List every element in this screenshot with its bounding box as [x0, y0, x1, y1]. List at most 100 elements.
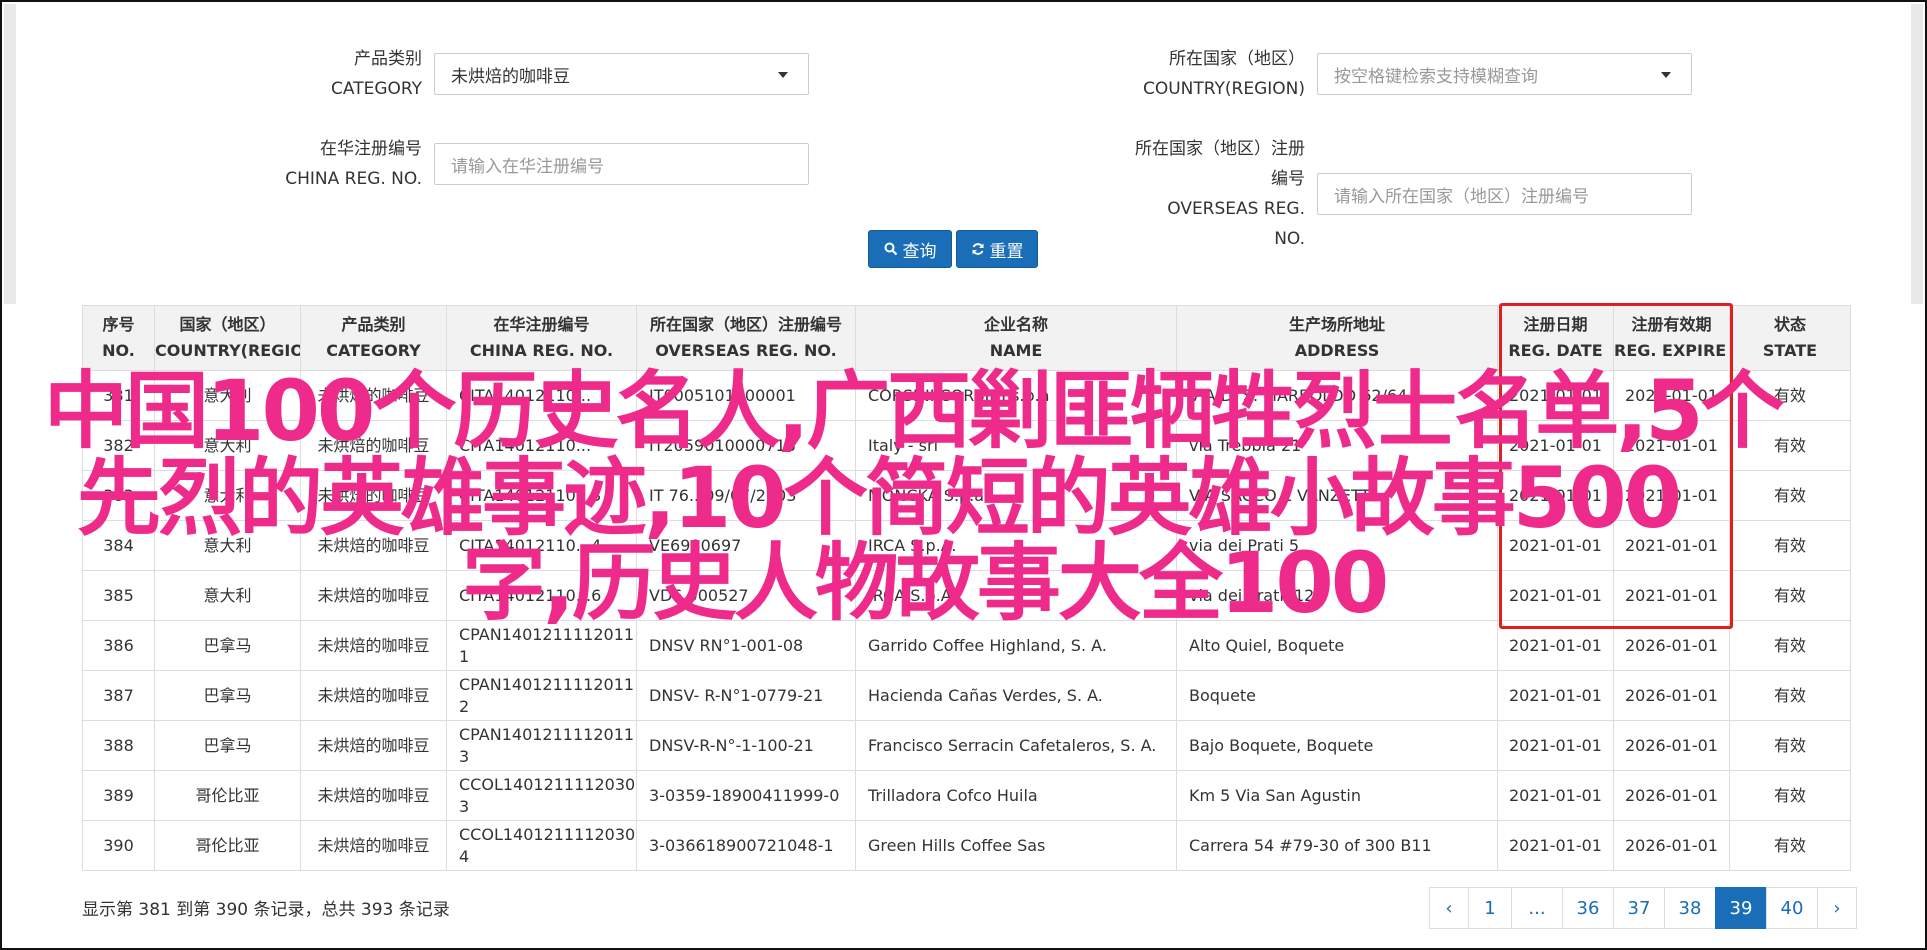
column-header-label-cn: 企业名称 [983, 315, 1048, 334]
china-reg-input[interactable]: 请输入在华注册编号 [434, 143, 809, 185]
cell-address: Boquete [1176, 670, 1498, 721]
cell-overseas-reg: DNSV-R-N°-1-100-21 [636, 720, 856, 771]
column-header-china-reg[interactable]: 在华注册编号 CHINA REG. NO. [446, 305, 637, 371]
overlay-line-1: 中国100个历史名人,广西剿匪牺牲烈士名单,5个 [44, 362, 1785, 460]
cell-country: 哥伦比亚 [154, 770, 301, 821]
pagination-page[interactable]: 38 [1664, 887, 1716, 929]
country-label-en: COUNTRY(REGION) [1142, 79, 1305, 99]
column-header-state[interactable]: 状态 STATE [1729, 305, 1851, 371]
overseas-reg-filter: 所在国家（地区）注册编号 OVERSEAS REG. NO. 请输入所在国家（地… [1135, 134, 1692, 254]
pagination-prev[interactable]: ‹ [1429, 887, 1469, 929]
cell-state: 有效 [1729, 820, 1851, 871]
cell-state: 有效 [1729, 620, 1851, 671]
country-label: 所在国家（地区） COUNTRY(REGION) [1135, 44, 1305, 104]
cell-state: 有效 [1729, 670, 1851, 721]
cell-china-reg: CPAN14012111120113 [446, 720, 637, 771]
cell-name: Hacienda Cañas Verdes, S. A. [855, 670, 1177, 721]
overlay-line-3: 字,历史人物故事大全100 [462, 534, 1389, 632]
refresh-icon [972, 243, 983, 255]
pagination-page[interactable]: 37 [1613, 887, 1665, 929]
cell-reg-date: 2021-01-01 [1497, 820, 1614, 871]
column-header-label-cn: 国家（地区） [179, 315, 276, 334]
column-header-no[interactable]: 序号 NO. [82, 305, 155, 371]
table-row[interactable]: 388 巴拿马 未烘焙的咖啡豆 CPAN14012111120113 DNSV-R-N°… [82, 720, 1851, 771]
cell-name: Green Hills Coffee Sas [855, 820, 1177, 871]
cell-address: Bajo Boquete, Boquete [1176, 720, 1498, 771]
pagination-page[interactable]: 1 [1468, 887, 1512, 929]
column-header-address[interactable]: 生产场所地址 ADDRESS [1176, 305, 1498, 371]
right-scrollbar[interactable] [1911, 4, 1923, 304]
column-header-country[interactable]: 国家（地区） COUNTRY(REGIO... [154, 305, 301, 371]
cell-china-reg: CCOL14012111120303 [446, 770, 637, 821]
cell-no: 388 [82, 720, 155, 771]
column-header-label-en: STATE [1762, 341, 1818, 360]
column-header-label-cn: 生产场所地址 [1288, 315, 1385, 334]
cell-no: 386 [82, 620, 155, 671]
column-header-name[interactable]: 企业名称 NAME [855, 305, 1177, 371]
cell-country: 巴拿马 [154, 620, 301, 671]
cell-no: 385 [82, 570, 155, 621]
overlay-line-2: 先烈的英雄事迹,10个简短的英雄小故事500 [77, 449, 1682, 547]
column-header-label-en: COUNTRY(REGIO... [155, 341, 300, 360]
country-select[interactable]: 按空格键检索支持模糊查询 [1317, 53, 1692, 95]
table-row[interactable]: 390 哥伦比亚 未烘焙的咖啡豆 CCOL14012111120304 3-036618… [82, 820, 1851, 871]
search-button[interactable]: 查询 [868, 230, 952, 268]
cell-state: 有效 [1729, 770, 1851, 821]
pagination-page[interactable]: 40 [1766, 887, 1818, 929]
china-reg-label: 在华注册编号 CHINA REG. NO. [252, 134, 422, 194]
cell-no: 389 [82, 770, 155, 821]
cell-state: 有效 [1729, 470, 1851, 521]
cell-expire: 2026-01-01 [1613, 720, 1730, 771]
cell-address: Km 5 Via San Agustin [1176, 770, 1498, 821]
table-row[interactable]: 389 哥伦比亚 未烘焙的咖啡豆 CCOL14012111120303 3-0359-1… [82, 770, 1851, 821]
cell-expire: 2026-01-01 [1613, 670, 1730, 721]
cell-country: 意大利 [154, 570, 301, 621]
pagination: ‹ 1... 36 37 38 39 40 › [1429, 887, 1857, 929]
china-reg-filter: 在华注册编号 CHINA REG. NO. 请输入在华注册编号 [252, 134, 809, 194]
category-label: 产品类别 CATEGORY [252, 44, 422, 104]
cell-no: 387 [82, 670, 155, 721]
cell-category: 未烘焙的咖啡豆 [300, 770, 447, 821]
record-summary: 显示第 381 到第 390 条记录，总共 393 条记录 [82, 900, 450, 920]
overseas-reg-input[interactable]: 请输入所在国家（地区）注册编号 [1317, 173, 1692, 215]
pagination-page[interactable]: 39 [1715, 887, 1767, 929]
cell-category: 未烘焙的咖啡豆 [300, 670, 447, 721]
column-header-overseas-reg[interactable]: 所在国家（地区）注册编号 OVERSEAS REG. NO. [636, 305, 856, 371]
column-header-label-cn: 在华注册编号 [493, 315, 590, 334]
cell-reg-date: 2021-01-01 [1497, 770, 1614, 821]
cell-overseas-reg: 3-036618900721048-1 [636, 820, 856, 871]
pagination-page[interactable]: 36 [1562, 887, 1614, 929]
pagination-next[interactable]: › [1817, 887, 1857, 929]
chevron-down-icon [778, 72, 788, 78]
cell-state: 有效 [1729, 520, 1851, 571]
pagination-ellipsis[interactable]: ... [1511, 887, 1563, 929]
cell-category: 未烘焙的咖啡豆 [300, 720, 447, 771]
column-header-category[interactable]: 产品类别 CATEGORY [300, 305, 447, 371]
table-row[interactable]: 387 巴拿马 未烘焙的咖啡豆 CPAN14012111120112 DNSV- R-N… [82, 670, 1851, 721]
category-label-en: CATEGORY [331, 79, 422, 99]
column-header-label-en: NAME [989, 341, 1043, 360]
country-label-cn: 所在国家（地区） [1169, 49, 1305, 69]
reset-button-label: 重置 [989, 241, 1024, 262]
column-header-label-cn: 所在国家（地区）注册编号 [649, 315, 842, 334]
search-button-label: 查询 [902, 241, 937, 262]
cell-reg-date: 2021-01-01 [1497, 670, 1614, 721]
cell-name: Trilladora Cofco Huila [855, 770, 1177, 821]
left-scrollbar[interactable] [4, 4, 16, 304]
cell-country: 巴拿马 [154, 720, 301, 771]
column-header-label-cn: 产品类别 [341, 315, 406, 334]
cell-state: 有效 [1729, 720, 1851, 771]
column-header-label-cn: 状态 [1773, 315, 1806, 334]
column-header-label-cn: 序号 [102, 315, 135, 334]
category-select[interactable]: 未烘焙的咖啡豆 [434, 53, 809, 95]
country-filter: 所在国家（地区） COUNTRY(REGION) 按空格键检索支持模糊查询 [1135, 44, 1692, 104]
cell-country: 巴拿马 [154, 670, 301, 721]
reset-button[interactable]: 重置 [956, 230, 1038, 268]
overseas-reg-placeholder: 请输入所在国家（地区）注册编号 [1334, 186, 1589, 207]
cell-name: Francisco Serracin Cafetaleros, S. A. [855, 720, 1177, 771]
cell-china-reg: CCOL14012111120304 [446, 820, 637, 871]
cell-expire: 2026-01-01 [1613, 820, 1730, 871]
cell-category: 未烘焙的咖啡豆 [300, 570, 447, 621]
overseas-reg-label-cn: 所在国家（地区）注册编号 [1135, 139, 1305, 189]
china-reg-placeholder: 请输入在华注册编号 [451, 156, 604, 177]
